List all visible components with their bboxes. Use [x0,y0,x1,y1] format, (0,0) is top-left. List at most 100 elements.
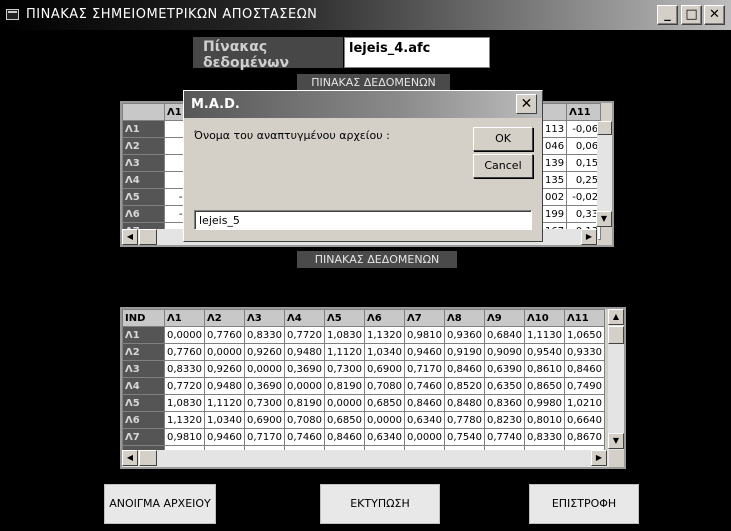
grid-cell[interactable]: 1,1120 [324,343,365,361]
grid-cell[interactable]: 0,9980 [524,394,565,412]
grid-cell[interactable]: 0,8360 [484,394,525,412]
grid-cell[interactable]: 0,8480 [444,394,485,412]
scroll-down-icon[interactable]: ▼ [608,433,624,449]
scroll-left-icon[interactable]: ◀ [122,450,138,466]
row-header[interactable]: Λ4 [122,377,165,395]
grid-cell[interactable]: 0,6350 [484,377,525,395]
distance-data-grid[interactable]: IND Λ1 Λ2 Λ3 Λ4 Λ5 Λ6 Λ7 Λ8 Λ9 Λ10 Λ11 Λ1 0,0000 0,77… [120,307,626,469]
grid-cell[interactable]: 0,3690 [244,377,285,395]
grid-cell[interactable]: 0,9540 [524,343,565,361]
row-header[interactable]: Λ3 [122,154,165,172]
grid-cell[interactable]: 0,7170 [404,360,445,378]
row-header[interactable]: Λ2 [122,137,165,155]
grid-cell[interactable]: 046 [541,137,568,155]
grid-cell[interactable]: 0,9480 [204,377,245,395]
ok-button[interactable]: OK [473,127,533,151]
grid-cell[interactable]: 1,0340 [364,343,405,361]
column-header[interactable]: Λ5 [324,309,365,327]
grid-cell[interactable]: 0,8460 [324,428,365,446]
grid-cell[interactable]: 0,8330 [244,326,285,344]
grid-cell[interactable]: 1,1320 [364,326,405,344]
file-name-input[interactable]: lejeis_5 [194,210,532,230]
grid-cell[interactable]: -0,06 [566,120,602,138]
column-header[interactable]: Λ6 [364,309,405,327]
scroll-thumb[interactable] [608,326,624,344]
back-button[interactable]: ΕΠΙΣΤΡΟΦΗ [529,484,639,524]
grid-cell[interactable]: 0,7300 [324,360,365,378]
grid-cell[interactable]: 0,7540 [444,428,485,446]
dialog-close-button[interactable]: ✕ [516,94,537,114]
grid-cell[interactable]: 0,6340 [364,428,405,446]
grid-cell[interactable]: 0,6850 [324,411,365,429]
column-header[interactable]: Λ7 [404,309,445,327]
file-name-field[interactable]: lejeis_4.afc [344,37,490,68]
column-header[interactable]: Λ2 [204,309,245,327]
scroll-right-icon[interactable]: ▶ [581,229,597,245]
top-vertical-scrollbar[interactable]: ▼ [596,121,612,227]
grid-cell[interactable]: 0,7780 [444,411,485,429]
grid-cell[interactable]: 199 [541,205,568,223]
grid-cell[interactable]: 0,0000 [324,394,365,412]
grid-cell[interactable]: 0,9260 [244,343,285,361]
grid-cell[interactable]: 0,0000 [404,428,445,446]
grid-cell[interactable]: 0,7080 [284,411,325,429]
grid-cell[interactable]: -0,02 [566,188,602,206]
grid-cell[interactable]: 0,7720 [284,326,325,344]
grid-cell[interactable]: 0,6900 [364,360,405,378]
grid-cell[interactable]: 0,7170 [244,428,285,446]
column-header[interactable]: Λ9 [484,309,525,327]
grid-cell[interactable]: 0,7460 [404,377,445,395]
row-header[interactable]: Λ3 [122,360,165,378]
grid-cell[interactable]: 0,0000 [364,411,405,429]
grid-cell[interactable]: 0,6900 [244,411,285,429]
column-header[interactable]: Λ11 [566,103,602,121]
grid-cell[interactable]: 0,8460 [564,360,605,378]
grid-cell[interactable]: 0,9360 [444,326,485,344]
grid-cell[interactable]: 0,3690 [284,360,325,378]
row-header[interactable]: Λ7 [122,428,165,446]
scroll-up-icon[interactable]: ▲ [608,309,624,325]
bottom-vertical-scrollbar[interactable]: ▲ ▼ [608,309,624,450]
column-header[interactable]: Λ4 [284,309,325,327]
grid-cell[interactable]: 0,6390 [484,360,525,378]
column-header[interactable]: Λ1 [164,309,205,327]
grid-cell[interactable]: 0,8460 [404,394,445,412]
column-header[interactable]: Λ3 [244,309,285,327]
grid-cell[interactable]: 0,9260 [204,360,245,378]
grid-cell[interactable]: 0,9810 [164,428,205,446]
grid-cell[interactable]: 0,0000 [284,377,325,395]
scroll-thumb[interactable] [139,450,157,466]
row-header[interactable]: Λ6 [122,411,165,429]
grid-cell[interactable]: 0,7720 [164,377,205,395]
grid-cell[interactable]: 1,1320 [164,411,205,429]
row-header[interactable]: Λ1 [122,326,165,344]
column-header[interactable] [541,103,568,121]
index-column-header[interactable]: IND [122,309,165,327]
grid-cell[interactable]: 0,06 [566,137,602,155]
grid-cell[interactable]: 002 [541,188,568,206]
grid-cell[interactable]: 0,9190 [444,343,485,361]
grid-cell[interactable]: 0,7760 [164,343,205,361]
row-header[interactable]: Λ5 [122,188,165,206]
grid-cell[interactable]: 0,6340 [404,411,445,429]
grid-cell[interactable]: 0,9810 [404,326,445,344]
close-button[interactable]: ✕ [704,5,725,25]
grid-cell[interactable]: 1,0830 [164,394,205,412]
cancel-button[interactable]: Cancel [473,154,533,178]
grid-cell[interactable]: 0,7490 [564,377,605,395]
grid-cell[interactable]: 113 [541,120,568,138]
column-header[interactable]: Λ10 [524,309,565,327]
grid-cell[interactable]: 0,9480 [284,343,325,361]
row-header[interactable]: Λ4 [122,171,165,189]
column-header[interactable]: Λ11 [564,309,605,327]
grid-cell[interactable]: 0,9460 [204,428,245,446]
grid-cell[interactable]: 0,7740 [484,428,525,446]
grid-cell[interactable]: 0,7460 [284,428,325,446]
grid-cell[interactable]: 1,0210 [564,394,605,412]
minimize-button[interactable]: _ [657,5,678,25]
grid-cell[interactable]: 0,0000 [244,360,285,378]
app-icon[interactable] [6,9,19,20]
grid-cell[interactable]: 135 [541,171,568,189]
scroll-thumb[interactable] [597,121,612,135]
grid-cell[interactable]: 0,9090 [484,343,525,361]
